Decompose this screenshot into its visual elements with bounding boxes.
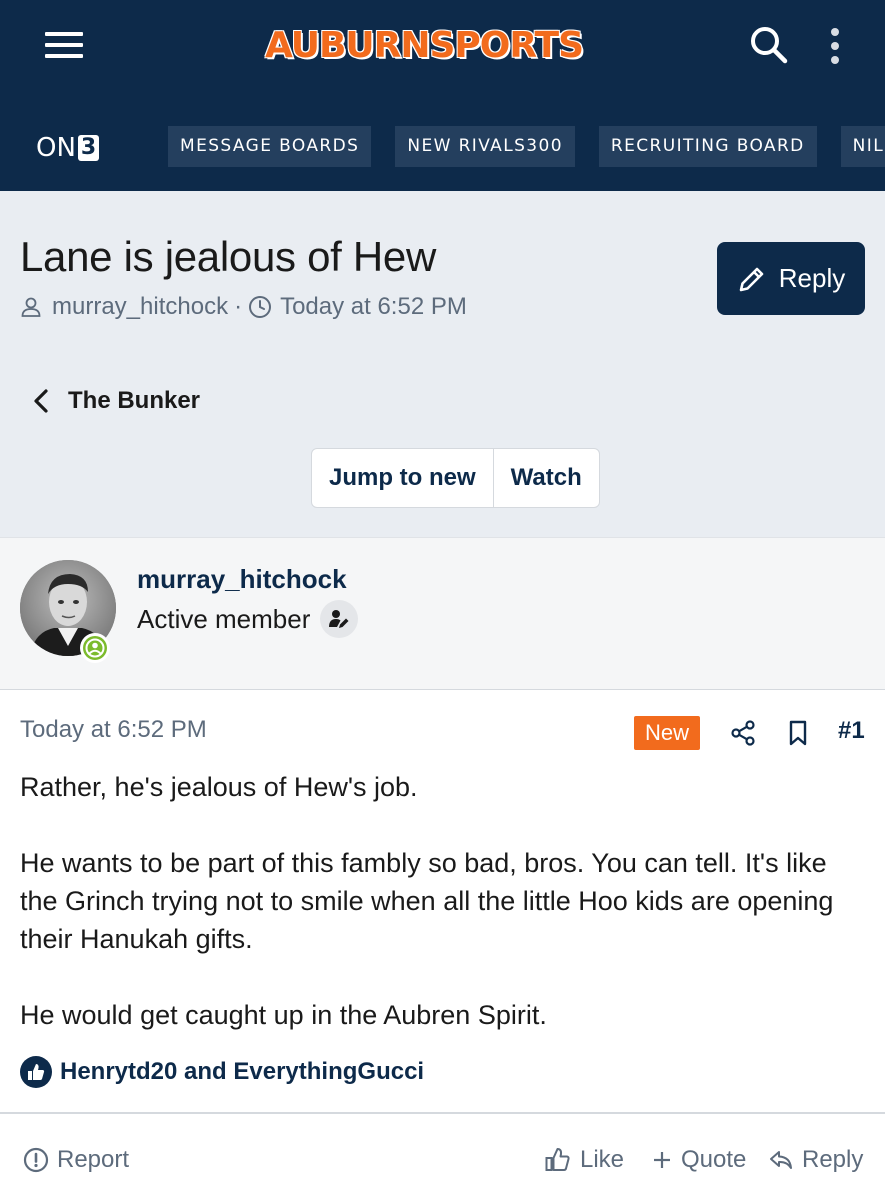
user-icon bbox=[21, 297, 41, 317]
top-nav: MESSAGE BOARDS NEW RIVALS300 RECRUITING … bbox=[168, 126, 885, 167]
reactions-users[interactable]: Henrytd20 and EverythingGucci bbox=[60, 1058, 424, 1086]
post-paragraph: Rather, he's jealous of Hew's job. bbox=[20, 772, 418, 802]
thread-title: Lane is jealous of Hew bbox=[20, 233, 436, 280]
post-author-block: murray_hitchock Active member bbox=[0, 537, 885, 690]
site-logo-text: AUBURNSPORTS bbox=[264, 24, 584, 66]
clock-icon bbox=[249, 296, 272, 318]
reply-button[interactable]: Reply bbox=[717, 242, 865, 315]
online-status-icon bbox=[80, 633, 110, 663]
pencil-icon bbox=[739, 267, 764, 291]
nav-nil[interactable]: NIL VA bbox=[840, 126, 885, 167]
breadcrumb-label: The Bunker bbox=[68, 387, 201, 414]
post-username[interactable]: murray_hitchock bbox=[137, 564, 347, 595]
thread-actions: Jump to new Watch bbox=[311, 448, 600, 508]
report-label: Report bbox=[57, 1146, 130, 1173]
post-time[interactable]: Today at 6:52 PM bbox=[20, 716, 207, 744]
new-badge: New bbox=[634, 716, 700, 750]
more-vertical-icon[interactable] bbox=[824, 26, 846, 66]
share-icon[interactable] bbox=[728, 718, 758, 748]
meta-separator: · bbox=[234, 293, 243, 320]
on3-logo[interactable]: ON 3 bbox=[36, 128, 100, 168]
jump-to-new-button[interactable]: Jump to new bbox=[312, 449, 493, 507]
on3-logo-number: 3 bbox=[77, 135, 100, 161]
user-role-label: Active member bbox=[137, 603, 311, 634]
reactions-bar[interactable]: Henrytd20 and EverythingGucci bbox=[20, 1056, 424, 1088]
report-button[interactable]: Report bbox=[23, 1146, 129, 1174]
post-number[interactable]: #1 bbox=[838, 717, 865, 745]
on3-logo-text: ON bbox=[36, 133, 76, 163]
thumbs-up-outline-icon bbox=[545, 1148, 570, 1171]
post-body: Rather, he's jealous of Hew's job. He wa… bbox=[20, 768, 865, 1034]
bookmark-icon[interactable] bbox=[784, 718, 812, 748]
quote-label: Quote bbox=[681, 1146, 747, 1173]
site-logo[interactable]: AUBURNSPORTS bbox=[234, 20, 614, 70]
divider bbox=[0, 1112, 885, 1114]
site-header: AUBURNSPORTS ON 3 MESSAGE BOARDS NEW RIVA… bbox=[0, 0, 885, 191]
thread-header: Lane is jealous of Hew murray_hitchock ·… bbox=[0, 191, 885, 537]
reply-button-label: Reply bbox=[778, 263, 846, 293]
thread-author[interactable]: murray_hitchock bbox=[52, 293, 228, 321]
thread-time[interactable]: Today at 6:52 PM bbox=[280, 293, 467, 321]
plus-icon bbox=[654, 1152, 670, 1168]
user-edit-icon bbox=[320, 600, 359, 638]
post-paragraph: He wants to be part of this fambly so ba… bbox=[20, 848, 834, 954]
nav-message-boards[interactable]: MESSAGE BOARDS bbox=[168, 126, 372, 167]
thread-meta: murray_hitchock · Today at 6:52 PM bbox=[20, 293, 467, 321]
nav-recruiting-board[interactable]: RECRUITING BOARD bbox=[598, 126, 817, 167]
menu-icon[interactable] bbox=[44, 28, 84, 62]
watch-button[interactable]: Watch bbox=[492, 449, 599, 507]
reply-label: Reply bbox=[802, 1146, 864, 1173]
search-icon[interactable] bbox=[748, 24, 790, 66]
post-paragraph: He would get caught up in the Aubren Spi… bbox=[20, 1000, 547, 1030]
quote-button[interactable]: Quote bbox=[651, 1146, 746, 1174]
like-button[interactable]: Like bbox=[544, 1146, 624, 1174]
reply-arrow-icon bbox=[770, 1151, 792, 1169]
user-role: Active member bbox=[137, 600, 359, 638]
alert-circle-icon bbox=[23, 1147, 49, 1173]
breadcrumb[interactable]: The Bunker bbox=[32, 387, 200, 415]
like-label: Like bbox=[580, 1146, 625, 1173]
reply-post-button[interactable]: Reply bbox=[768, 1146, 863, 1174]
chevron-left-icon bbox=[34, 389, 48, 413]
nav-new-rivals300[interactable]: NEW RIVALS300 bbox=[395, 126, 575, 167]
thumbs-up-icon bbox=[20, 1056, 52, 1088]
post-actions: Report Like Quote Reply bbox=[0, 1146, 885, 1186]
